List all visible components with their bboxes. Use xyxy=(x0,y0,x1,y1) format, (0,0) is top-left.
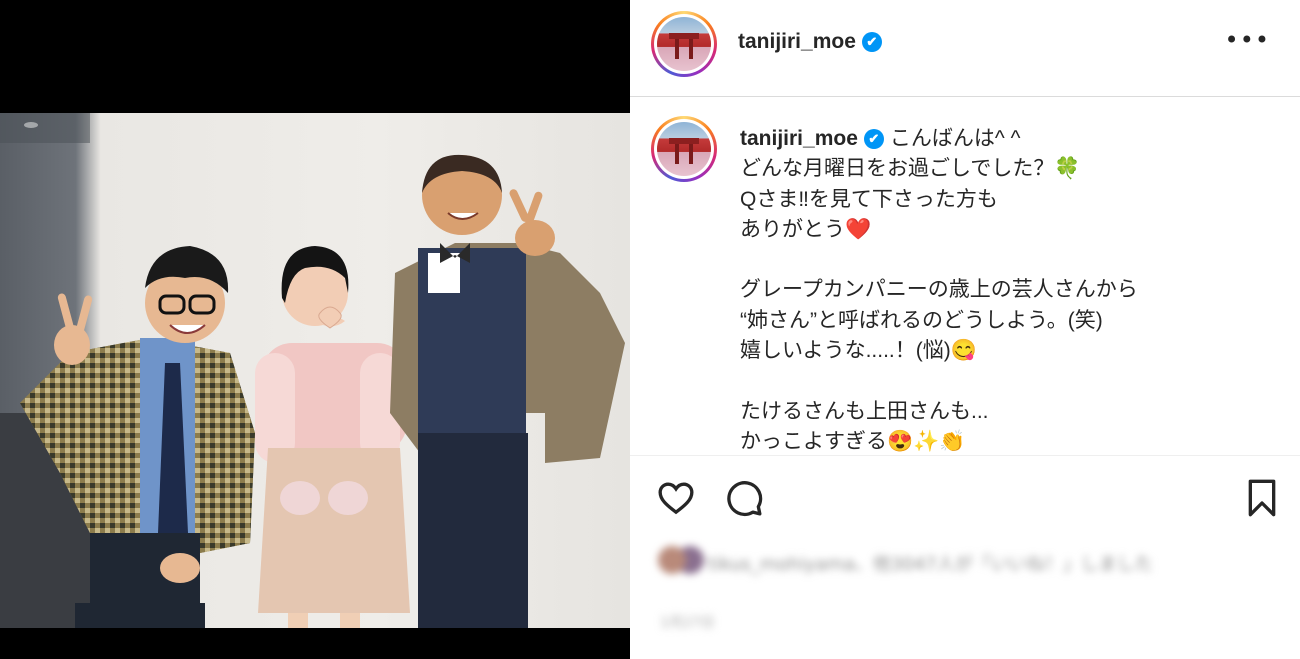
photo-illustration xyxy=(0,113,625,628)
more-options-button[interactable]: ••• xyxy=(1225,28,1270,52)
comment-icon xyxy=(727,481,763,517)
author-avatar[interactable] xyxy=(651,11,717,77)
actions-divider xyxy=(630,455,1300,456)
post-caption: tanijiri_moe ✔ こんばんは^ ^ どんな月曜日をお過ごしでした？🍀 Q… xyxy=(740,124,1280,454)
likes-text[interactable]: tikus_mohiyama、他3047人が「いいね！」しました xyxy=(708,550,1153,576)
caption-author-avatar[interactable] xyxy=(651,116,717,182)
caption-verified-badge-icon: ✔ xyxy=(863,129,884,149)
likes-summary: tikus_mohiyama、他3047人が「いいね！」しました 1月27日 xyxy=(658,540,1278,640)
caption-line: こんばんは^ ^ xyxy=(889,127,1021,150)
post-media[interactable] xyxy=(0,0,630,659)
like-button[interactable] xyxy=(656,478,696,522)
caption-line: “姉さん”と呼ばれるのどうしよう。(笑) xyxy=(740,308,1103,332)
post-panel: tanijiri_moe ✔ ••• tanijiri_moe ✔ こんばんは^ ^ … xyxy=(630,0,1300,659)
author-username[interactable]: tanijiri_moe xyxy=(738,30,856,53)
caption-line: かっこよすぎる😍✨👏 xyxy=(740,429,966,453)
caption-line: Qさま‼を見て下さった方も xyxy=(740,187,998,211)
comment-button[interactable] xyxy=(724,478,764,522)
person-right xyxy=(390,154,625,628)
header-divider xyxy=(630,96,1300,97)
author-header[interactable]: tanijiri_moe ✔ xyxy=(738,30,882,54)
caption-line: グレープカンパニーの歳上の芸人さんから xyxy=(740,278,1138,302)
caption-line: ありがとう❤️ xyxy=(740,217,872,241)
caption-line: 嬉しいような.....！(悩)😋 xyxy=(740,339,977,363)
post-date: 1月27日 xyxy=(660,615,715,631)
caption-username[interactable]: tanijiri_moe xyxy=(740,127,858,150)
bookmark-icon xyxy=(1248,479,1276,517)
post-photo[interactable] xyxy=(0,113,630,628)
person-center xyxy=(255,246,410,628)
save-button[interactable] xyxy=(1245,478,1279,522)
caption-line: たけるさんも上田さんも... xyxy=(740,399,989,423)
verified-badge-icon: ✔ xyxy=(861,32,882,52)
heart-icon xyxy=(658,482,694,515)
caption-line: どんな月曜日をお過ごしでした？🍀 xyxy=(740,157,1081,181)
liker-avatars xyxy=(658,546,686,574)
